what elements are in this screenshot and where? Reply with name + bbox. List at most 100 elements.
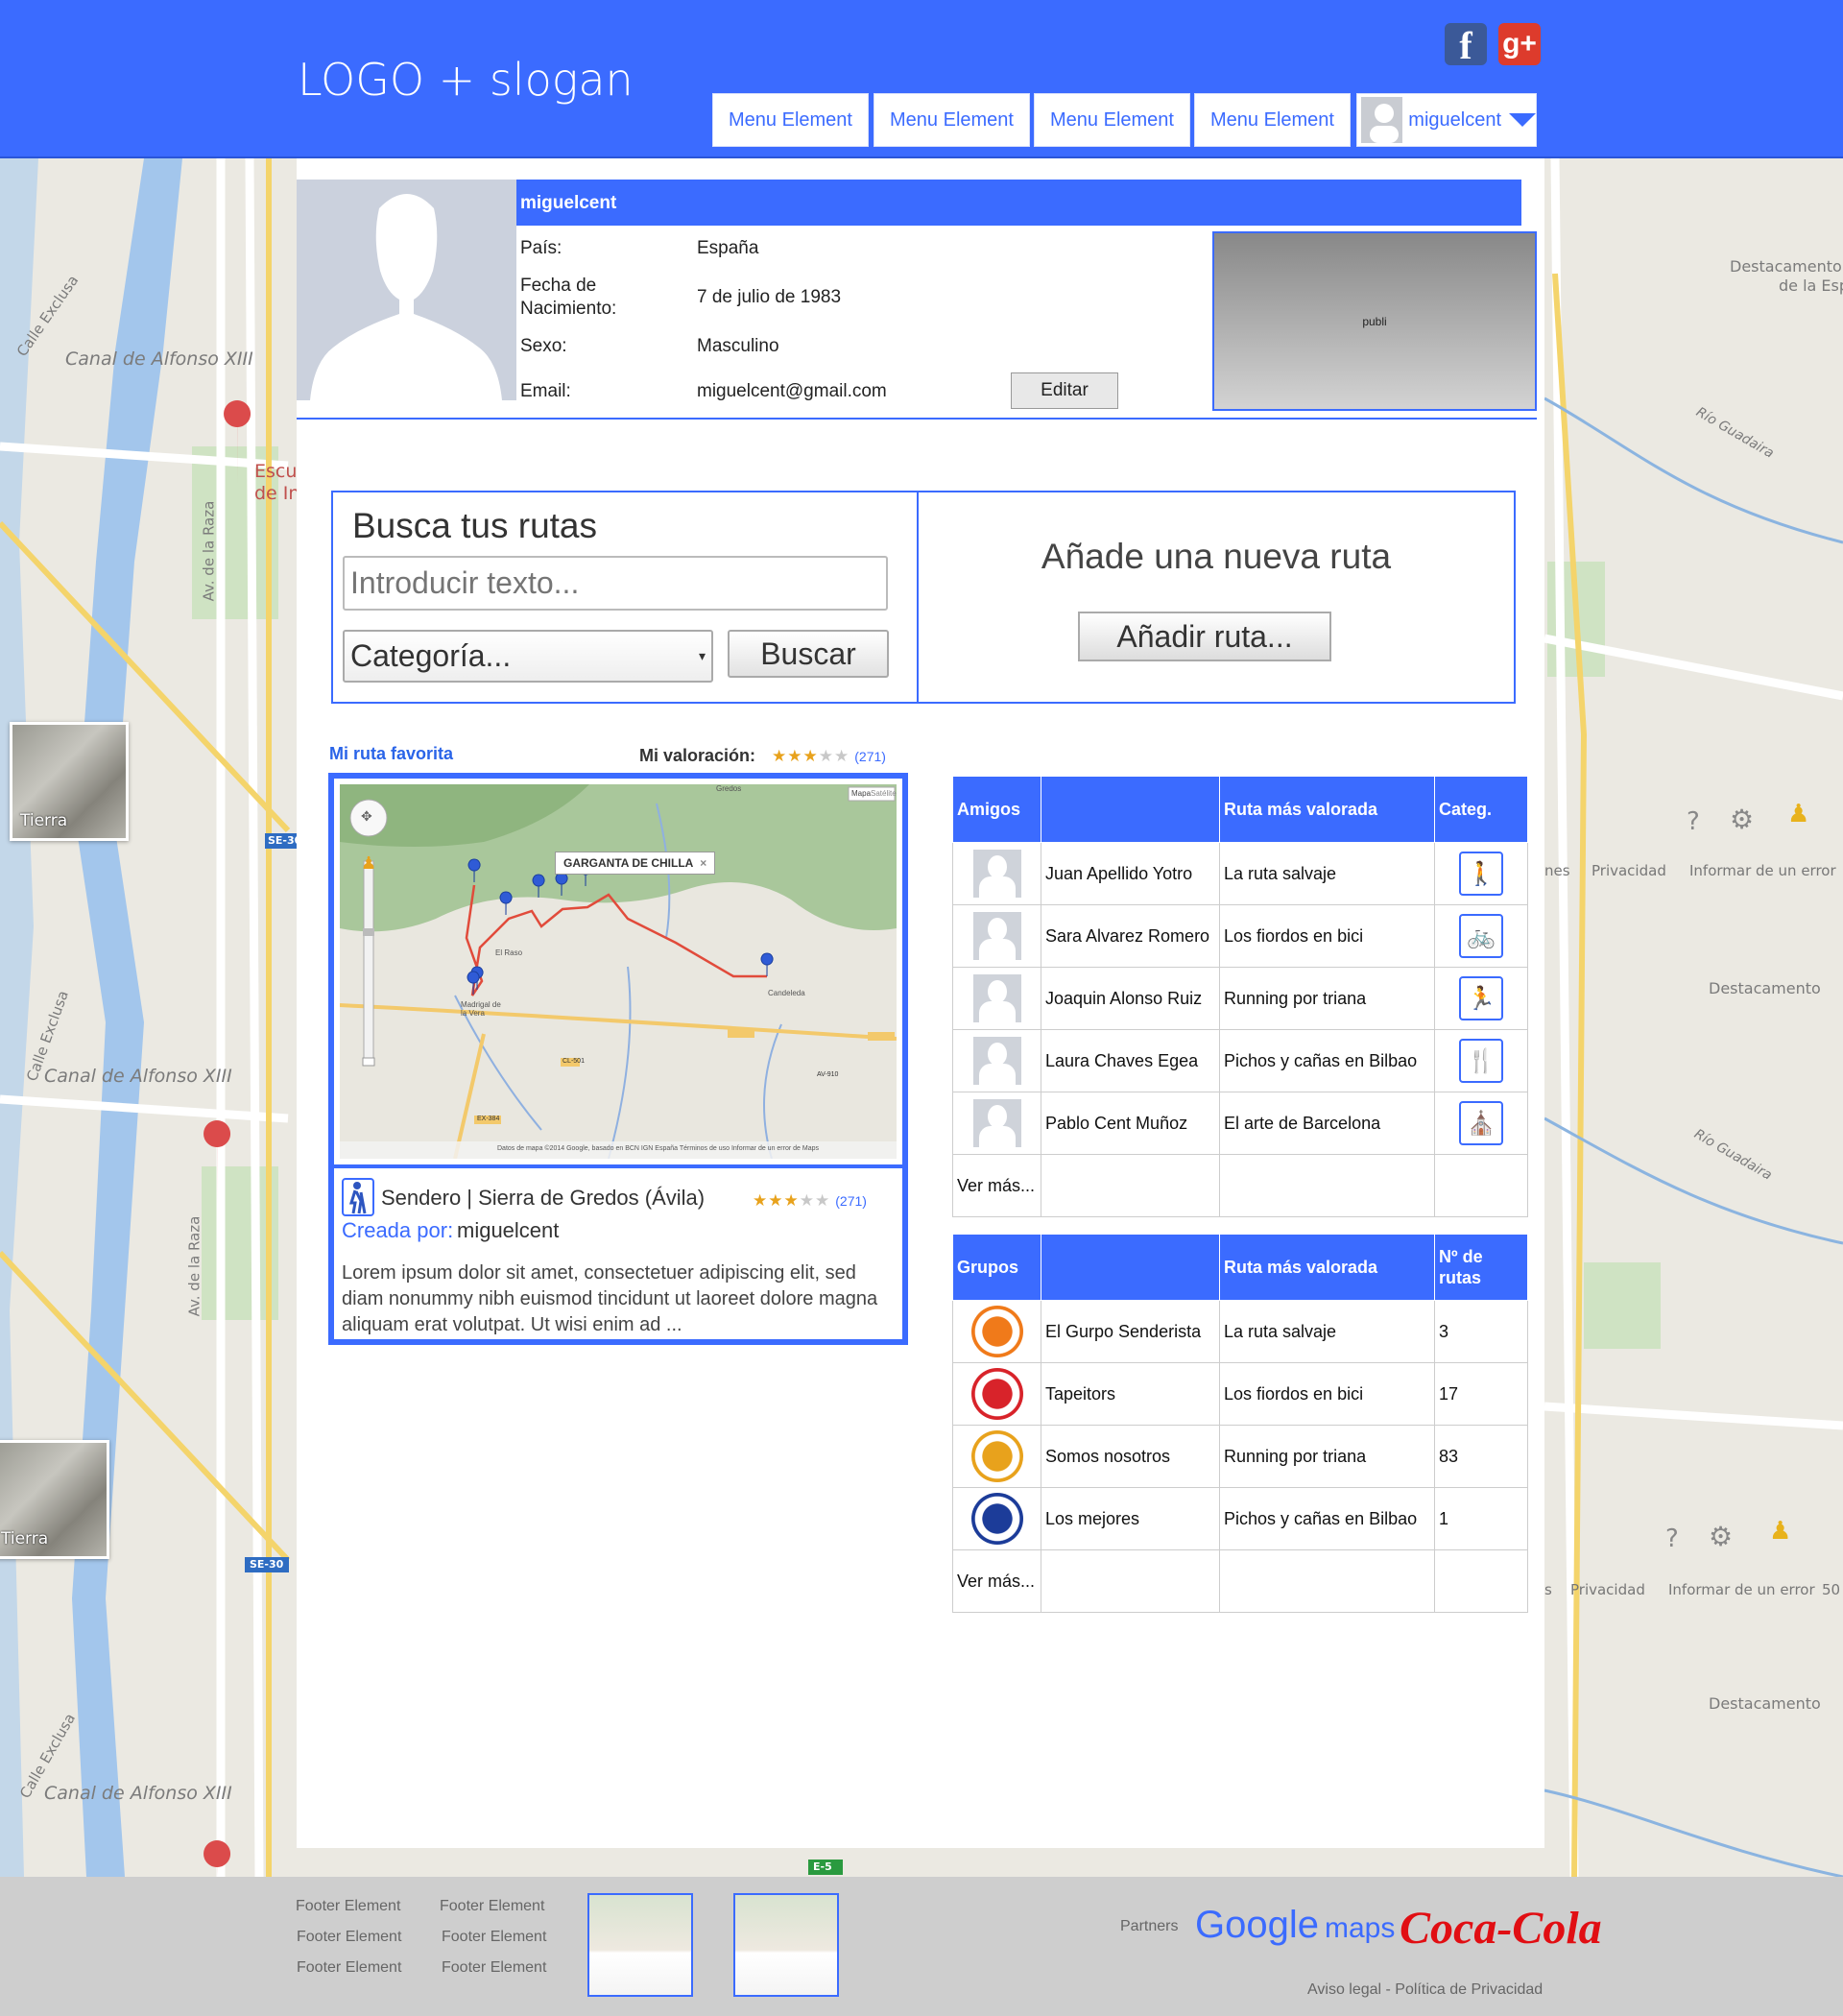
satellite-toggle-2[interactable]: Tierra [0,1440,109,1559]
friends-more-link[interactable]: Ver más... [952,1154,1041,1217]
map-type-satellite[interactable]: Satélite [871,789,897,798]
avatar[interactable] [972,912,1021,960]
friend-avatar-cell [952,967,1041,1030]
edit-profile-button[interactable]: Editar [1011,372,1118,409]
group-name[interactable]: El Gurpo Senderista [1041,1300,1220,1363]
friend-top-route[interactable]: La ruta salvaje [1219,842,1435,905]
favorite-route-map[interactable]: GARGANTA DE CHILLA × Mapa Satélite Madri… [340,784,897,1159]
add-route-button[interactable]: Añadir ruta... [1078,612,1331,661]
map-popup[interactable]: GARGANTA DE CHILLA × [555,852,716,875]
coca-cola-logo[interactable]: Coca-Cola [1400,1902,1602,1955]
group-row[interactable]: Los mejores Pichos y cañas en Bilbao 1 [952,1487,1528,1550]
group-top-route[interactable]: Pichos y cañas en Bilbao [1219,1487,1435,1550]
group-logo[interactable] [970,1306,1023,1357]
user-menu[interactable]: miguelcent [1356,93,1537,147]
avatar[interactable] [972,974,1021,1022]
footer-link-2[interactable]: Footer Element [440,1898,544,1915]
footer-thumbnail-2[interactable] [733,1893,839,1997]
friend-row[interactable]: Pablo Cent Muñoz El arte de Barcelona ⛪ [952,1092,1528,1155]
friend-row[interactable]: Joaquin Alonso Ruiz Running por triana 🏃 [952,967,1528,1030]
menu-element-3[interactable]: Menu Element [1034,93,1190,147]
footer-link-6[interactable]: Footer Element [442,1959,546,1977]
settings-icon-2[interactable]: ⚙ [1709,1521,1733,1552]
friend-top-route[interactable]: El arte de Barcelona [1219,1092,1435,1155]
search-button[interactable]: Buscar [728,630,889,678]
pan-control-icon[interactable]: ✥ [361,808,372,825]
googleplus-icon[interactable]: g+ [1498,23,1541,65]
legal-links[interactable]: Aviso legal - Política de Privacidad [1307,1981,1543,1999]
friend-row[interactable]: Laura Chaves Egea Pichos y cañas en Bilba… [952,1029,1528,1092]
avatar[interactable] [972,1099,1021,1147]
pegman-icon[interactable]: ♟ [1787,800,1809,828]
friend-row[interactable]: Juan Apellido Yotro La ruta salvaje 🚶 [952,842,1528,905]
pegman-icon-2[interactable]: ♟ [1769,1517,1791,1546]
satellite-toggle[interactable]: Tierra [10,722,129,841]
map-privacidad-2[interactable]: Privacidad [1570,1581,1645,1598]
close-icon[interactable]: × [700,856,706,870]
search-input[interactable] [343,556,888,611]
favorite-route-card[interactable]: GARGANTA DE CHILLA × Mapa Satélite Madri… [328,773,908,1345]
friend-category-cell: 🚶 [1434,842,1528,905]
category-select[interactable]: Categoría... ▾ [343,630,713,683]
map-type-map[interactable]: Mapa [851,789,871,798]
created-by-user[interactable]: miguelcent [457,1218,559,1243]
menu-element-4[interactable]: Menu Element [1194,93,1351,147]
menu-element-2[interactable]: Menu Element [874,93,1030,147]
route-name[interactable]: Sendero | Sierra de Gredos (Ávila) [381,1186,705,1211]
group-name[interactable]: Tapeitors [1041,1362,1220,1426]
footer-link-3[interactable]: Footer Element [297,1929,401,1946]
avatar[interactable] [972,850,1021,898]
friend-row[interactable]: Sara Alvarez Romero Los fiordos en bici 🚲 [952,904,1528,968]
settings-icon[interactable]: ⚙ [1730,804,1754,835]
ad-banner[interactable]: publi [1212,231,1537,411]
footer-link-4[interactable]: Footer Element [442,1929,546,1946]
group-name[interactable]: Los mejores [1041,1487,1220,1550]
group-top-route[interactable]: Los fiordos en bici [1219,1362,1435,1426]
my-rating-stars[interactable]: ★ ★ ★ ★ ★ (271) [772,747,886,766]
map-label-raza-2: Av. de la Raza [185,1215,203,1317]
group-row[interactable]: El Gurpo Senderista La ruta salvaje 3 [952,1300,1528,1363]
map-attribution[interactable]: Datos de mapa ©2014 Google, basado en BC… [497,1145,819,1152]
friend-name[interactable]: Laura Chaves Egea [1041,1029,1220,1092]
group-top-route[interactable]: Running por triana [1219,1425,1435,1488]
map-label-destacamento-3: Destacamento [1709,1694,1821,1713]
group-name[interactable]: Somos nosotros [1041,1425,1220,1488]
groups-more-link[interactable]: Ver más... [952,1549,1041,1613]
footer-link-5[interactable]: Footer Element [297,1959,401,1977]
map-town-gredos: Gredos [716,784,742,793]
friend-name[interactable]: Juan Apellido Yotro [1041,842,1220,905]
friend-name[interactable]: Joaquin Alonso Ruiz [1041,967,1220,1030]
friend-name[interactable]: Sara Alvarez Romero [1041,904,1220,968]
google-maps-logo[interactable]: Google maps [1195,1904,1395,1947]
facebook-icon[interactable]: f [1445,23,1487,67]
dining-icon: 🍴 [1459,1039,1503,1083]
chevron-down-icon[interactable] [1509,113,1536,127]
avatar[interactable] [972,1037,1021,1085]
group-logo[interactable] [970,1368,1023,1420]
favorite-route-title[interactable]: Mi ruta favorita [329,744,453,764]
friend-name[interactable]: Pablo Cent Muñoz [1041,1092,1220,1155]
map-privacidad[interactable]: Privacidad [1592,862,1666,879]
friend-category-cell: 🏃 [1434,967,1528,1030]
help-icon-2[interactable]: ? [1665,1524,1679,1553]
friend-top-route[interactable]: Pichos y cañas en Bilbao [1219,1029,1435,1092]
star-icon: ★ [772,747,788,765]
friend-top-route[interactable]: Running por triana [1219,967,1435,1030]
group-top-route[interactable]: La ruta salvaje [1219,1300,1435,1363]
group-row[interactable]: Somos nosotros Running por triana 83 [952,1425,1528,1488]
footer-thumbnail-1[interactable] [587,1893,693,1997]
map-informar-error-2[interactable]: Informar de un error [1668,1581,1815,1598]
group-logo[interactable] [970,1493,1023,1545]
logo[interactable]: LOGO + slogan [298,54,634,106]
help-icon[interactable]: ? [1687,807,1700,836]
map-informar-error[interactable]: Informar de un error [1689,862,1836,879]
pegman-icon[interactable]: ♟ [361,853,376,874]
group-row[interactable]: Tapeitors Los fiordos en bici 17 [952,1362,1528,1426]
map-label-canal-2: Canal de Alfonso XIII [44,1066,232,1087]
footer-link-1[interactable]: Footer Element [296,1898,400,1915]
group-logo[interactable] [970,1430,1023,1482]
friend-top-route[interactable]: Los fiordos en bici [1219,904,1435,968]
created-by-label: Creada por: [342,1218,454,1242]
menu-element-1[interactable]: Menu Element [712,93,869,147]
map-label-de-in: de In [254,483,300,504]
